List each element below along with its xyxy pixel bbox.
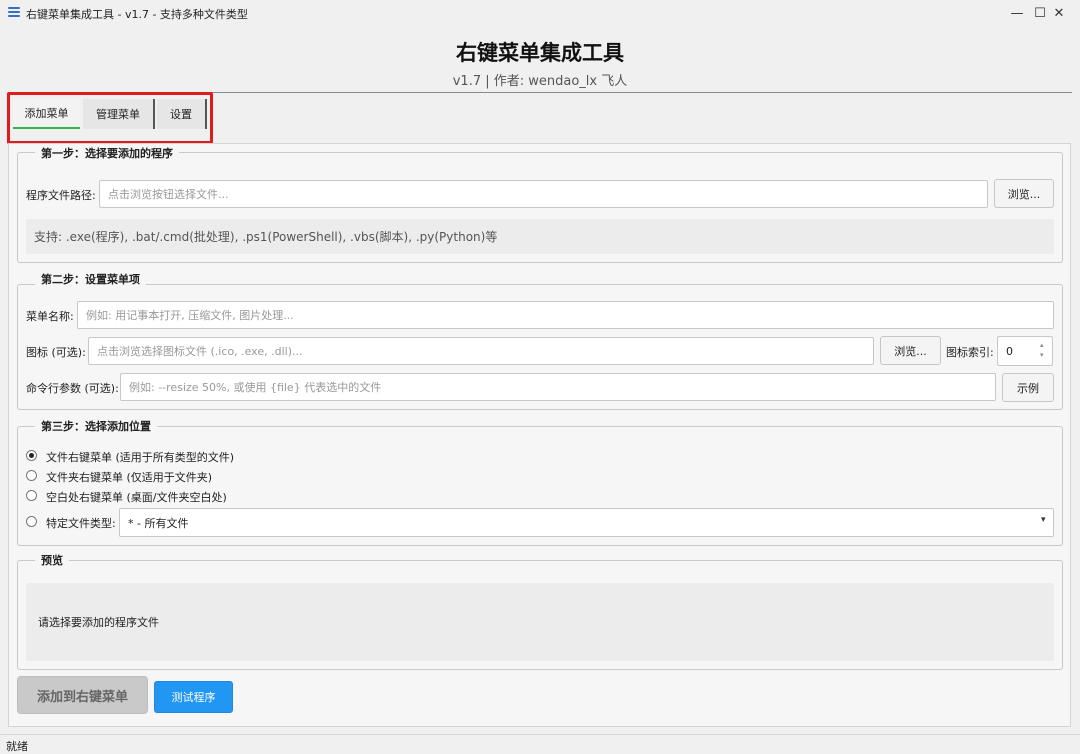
- app-subtitle: v1.7 | 作者: wendao_lx 飞人: [452, 74, 628, 89]
- tab-highlight-box: [7, 92, 213, 144]
- app-heading: 右键菜单集成工具: [456, 41, 624, 65]
- file-type-select[interactable]: * - 所有文件: [119, 508, 1054, 537]
- radio-folder-menu-label[interactable]: 文件夹右键菜单 (仅适用于文件夹): [46, 469, 212, 485]
- title-bar: 右键菜单集成工具 - v1.7 - 支持多种文件类型 — ☐ ✕: [0, 0, 1080, 26]
- program-path-label: 程序文件路径:: [26, 189, 96, 202]
- spinbox-arrows-icon[interactable]: ▴ ▾: [1040, 340, 1044, 360]
- radio-background-menu-label[interactable]: 空白处右键菜单 (桌面/文件夹空白处): [46, 489, 227, 505]
- step1-title: 第一步：选择要添加的程序: [35, 145, 179, 161]
- icon-index-spinbox[interactable]: 0: [997, 336, 1053, 366]
- step3-title: 第三步：选择添加位置: [35, 418, 157, 434]
- radio-folder-menu[interactable]: [26, 470, 37, 481]
- chevron-down-icon[interactable]: ▾: [1041, 515, 1046, 525]
- program-browse-button[interactable]: 浏览...: [994, 179, 1054, 208]
- menu-name-label: 菜单名称:: [26, 310, 74, 323]
- icon-index-value: 0: [1006, 344, 1013, 358]
- icon-label: 图标 (可选):: [26, 346, 86, 359]
- radio-file-type-label[interactable]: 特定文件类型:: [46, 515, 116, 531]
- close-icon[interactable]: ✕: [1036, 0, 1080, 26]
- preview-title: 预览: [35, 552, 69, 568]
- icon-index-label: 图标索引:: [946, 346, 994, 359]
- status-bar: 就绪: [0, 734, 1080, 754]
- program-path-input[interactable]: 点击浏览按钮选择文件...: [99, 180, 988, 208]
- status-text: 就绪: [6, 740, 28, 753]
- radio-background-menu[interactable]: [26, 490, 37, 501]
- radio-file-menu[interactable]: [26, 450, 37, 461]
- supported-types-hint: 支持: .exe(程序), .bat/.cmd(批处理), .ps1(Power…: [26, 219, 1054, 254]
- radio-file-type[interactable]: [26, 516, 37, 527]
- icon-browse-button[interactable]: 浏览...: [880, 336, 941, 365]
- add-to-menu-button[interactable]: 添加到右键菜单: [17, 676, 148, 714]
- preview-text: 请选择要添加的程序文件: [26, 583, 1054, 661]
- icon-path-input[interactable]: 点击浏览选择图标文件 (.ico, .exe, .dll)...: [88, 337, 874, 365]
- radio-file-menu-label[interactable]: 文件右键菜单 (适用于所有类型的文件): [46, 449, 234, 465]
- step2-title: 第二步：设置菜单项: [35, 271, 146, 287]
- app-icon: [8, 7, 20, 19]
- menu-name-input[interactable]: 例如: 用记事本打开, 压缩文件, 图片处理...: [77, 301, 1054, 329]
- args-input[interactable]: 例如: --resize 50%, 或使用 {file} 代表选中的文件: [120, 373, 996, 401]
- args-label: 命令行参数 (可选):: [26, 382, 119, 395]
- test-program-button[interactable]: 测试程序: [154, 681, 233, 713]
- window-title: 右键菜单集成工具 - v1.7 - 支持多种文件类型: [26, 8, 248, 21]
- example-button[interactable]: 示例: [1002, 373, 1054, 402]
